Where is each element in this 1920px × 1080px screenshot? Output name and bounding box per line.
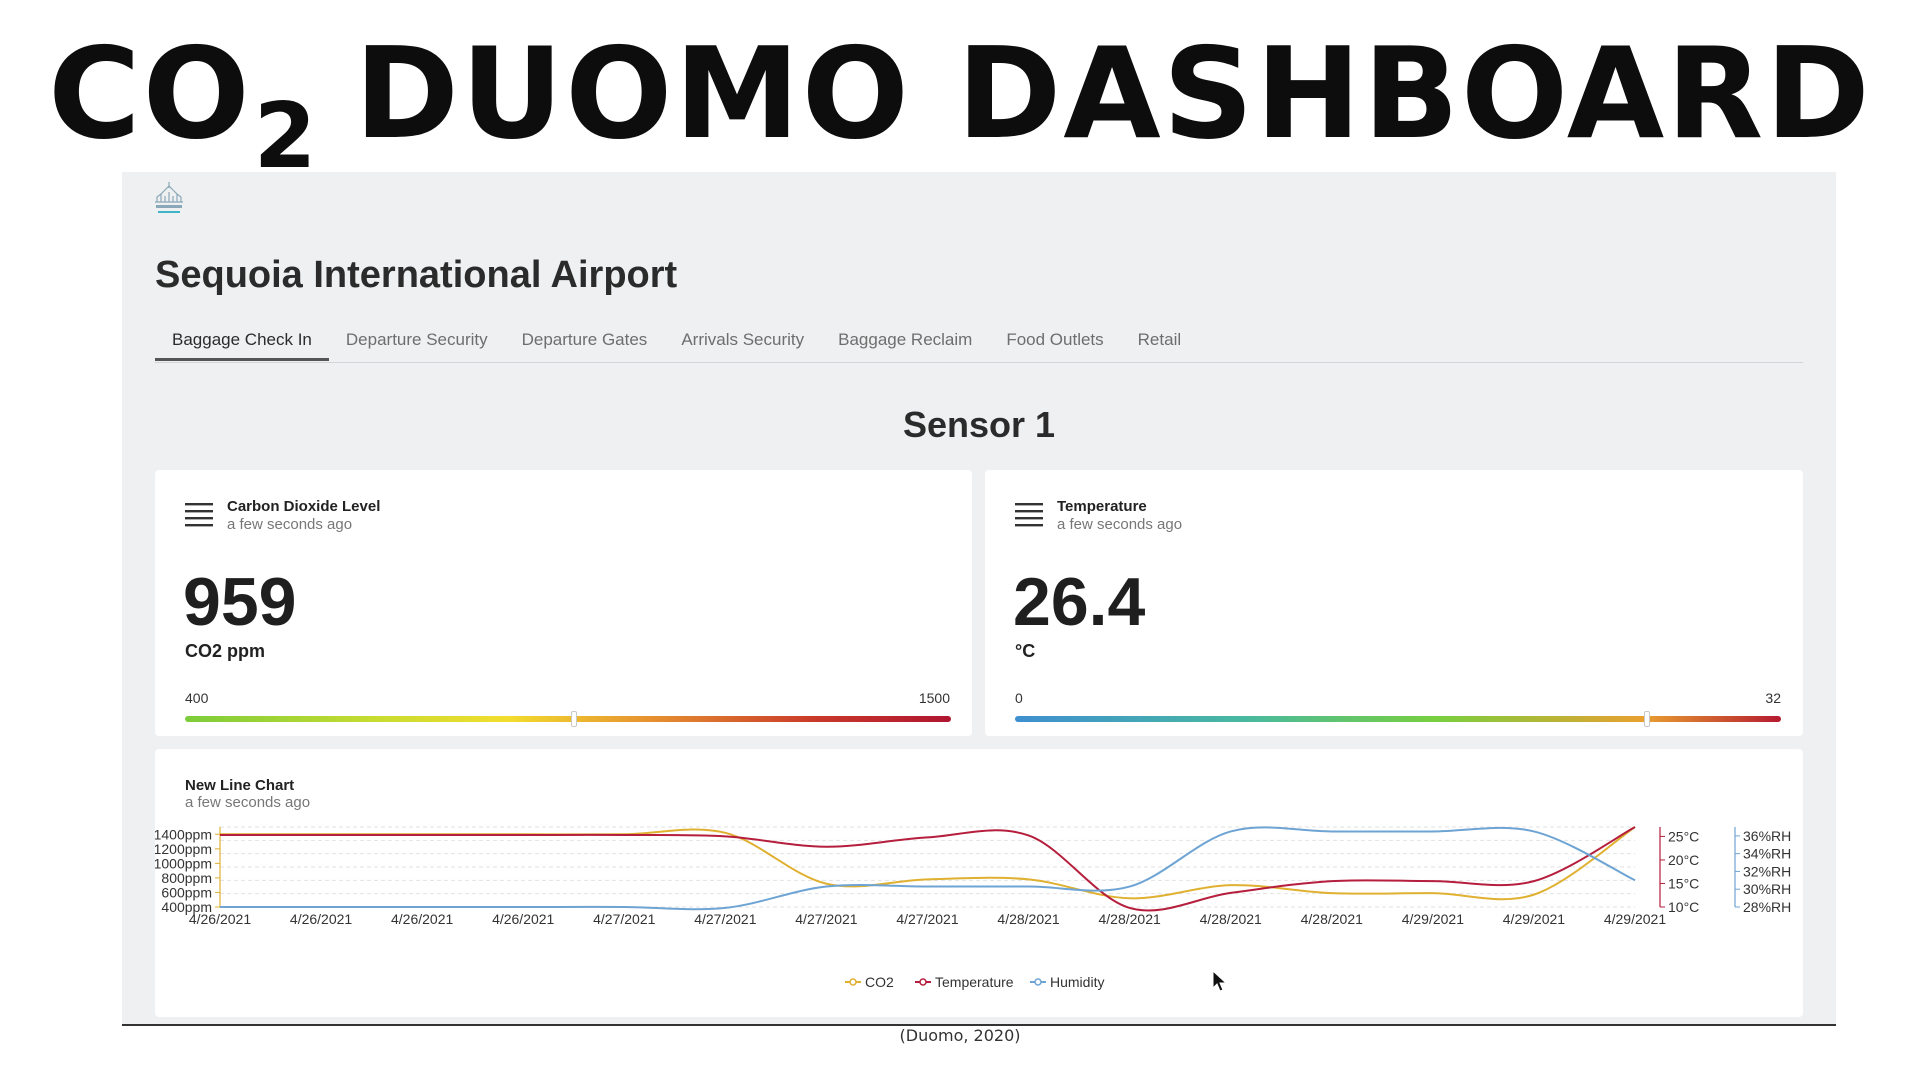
x-tick-label: 4/26/2021	[492, 911, 554, 927]
humidity-tick-label: 32%RH	[1743, 863, 1791, 879]
sensor-title: Sensor 1	[902, 404, 1056, 445]
co2-gauge	[185, 711, 951, 727]
location-tabs: Baggage Check In Departure Security Depart…	[155, 322, 1803, 363]
x-tick-label: 4/28/2021	[997, 911, 1059, 927]
x-tick-label: 4/27/2021	[593, 911, 655, 927]
co2-tick-label: 1400ppm	[155, 826, 212, 842]
line-chart-card: New Line Chart a few seconds ago 400ppm 6…	[155, 749, 1803, 1017]
x-tick-label: 4/29/2021	[1604, 911, 1666, 927]
citation: (Duomo, 2020)	[899, 1026, 1021, 1045]
x-tick-label: 4/26/2021	[290, 911, 352, 927]
legend-label-humidity[interactable]: Humidity	[1050, 974, 1104, 990]
tab-baggage-check-in[interactable]: Baggage Check In	[155, 322, 329, 361]
slide-title-rest: DUOMO DASHBOARD	[354, 20, 1872, 167]
temperature-card-title: Temperature	[1057, 498, 1147, 515]
co2-value: 959	[183, 564, 297, 640]
co2-tick-label: 800ppm	[161, 870, 212, 886]
temperature-value: 26.4	[1013, 564, 1146, 640]
temperature-tick-label: 25°C	[1668, 828, 1699, 844]
tab-departure-security[interactable]: Departure Security	[329, 322, 505, 361]
humidity-tick-label: 36%RH	[1743, 828, 1791, 844]
tab-retail[interactable]: Retail	[1121, 322, 1198, 361]
temperature-gauge	[1015, 711, 1781, 727]
x-tick-label: 4/29/2021	[1503, 911, 1565, 927]
co2-range-max: 1500	[918, 690, 950, 706]
mouse-cursor-icon	[1212, 970, 1228, 992]
temperature-unit: °C	[1015, 641, 1036, 661]
slide-title-prefix: CO	[48, 20, 252, 167]
temperature-card: Temperature a few seconds ago 26.4 °C 0 …	[985, 470, 1803, 736]
series-line-humidity[interactable]	[219, 826, 1636, 911]
slide-title: CO2 DUOMO DASHBOARD	[0, 20, 1920, 188]
x-tick-label: 4/26/2021	[189, 911, 251, 927]
temperature-range-max: 32	[1765, 690, 1781, 706]
dashboard-screenshot: Sequoia International Airport Baggage Ch…	[122, 172, 1836, 1026]
humidity-tick-label: 34%RH	[1743, 846, 1791, 862]
tab-baggage-reclaim[interactable]: Baggage Reclaim	[821, 322, 989, 361]
venue-title: Sequoia International Airport	[155, 254, 678, 296]
tab-departure-gates[interactable]: Departure Gates	[505, 322, 665, 361]
series-line-temperature[interactable]	[219, 826, 1636, 912]
temperature-card-timestamp: a few seconds ago	[1057, 516, 1183, 533]
x-tick-label: 4/26/2021	[391, 911, 453, 927]
menu-icon[interactable]	[185, 500, 213, 528]
duomo-cathedral-icon[interactable]	[152, 180, 186, 220]
tab-arrivals-security[interactable]: Arrivals Security	[664, 322, 821, 361]
legend-label-temperature[interactable]: Temperature	[935, 974, 1014, 990]
co2-card-title: Carbon Dioxide Level	[227, 498, 381, 515]
legend-marker	[919, 978, 927, 986]
x-tick-label: 4/27/2021	[795, 911, 857, 927]
temperature-gauge-marker	[1643, 711, 1650, 727]
temperature-tick-label: 15°C	[1668, 875, 1699, 891]
co2-range-min: 400	[185, 690, 209, 706]
legend-marker	[849, 978, 857, 986]
tab-food-outlets[interactable]: Food Outlets	[989, 322, 1120, 361]
x-tick-label: 4/28/2021	[1301, 911, 1363, 927]
x-tick-label: 4/28/2021	[1200, 911, 1262, 927]
line-chart: 400ppm600ppm800ppm1000ppm1200ppm1400ppm1…	[155, 826, 1791, 990]
co2-card: Carbon Dioxide Level a few seconds ago 9…	[155, 470, 972, 736]
legend-marker	[1034, 978, 1042, 986]
x-tick-label: 4/27/2021	[694, 911, 756, 927]
temperature-tick-label: 20°C	[1668, 852, 1699, 868]
co2-card-timestamp: a few seconds ago	[227, 516, 353, 533]
x-tick-label: 4/28/2021	[1098, 911, 1160, 927]
temperature-range-min: 0	[1015, 690, 1023, 706]
humidity-tick-label: 28%RH	[1743, 899, 1791, 915]
legend-label-co2[interactable]: CO2	[865, 974, 894, 990]
co2-unit: CO2 ppm	[185, 641, 266, 661]
co2-tick-label: 1000ppm	[155, 855, 212, 871]
humidity-tick-label: 30%RH	[1743, 881, 1791, 897]
menu-icon[interactable]	[1015, 500, 1043, 528]
co2-tick-label: 600ppm	[161, 884, 212, 900]
x-tick-label: 4/29/2021	[1402, 911, 1464, 927]
co2-gauge-marker	[571, 711, 578, 727]
co2-tick-label: 1200ppm	[155, 841, 212, 857]
temperature-tick-label: 10°C	[1668, 899, 1699, 915]
x-tick-label: 4/27/2021	[896, 911, 958, 927]
